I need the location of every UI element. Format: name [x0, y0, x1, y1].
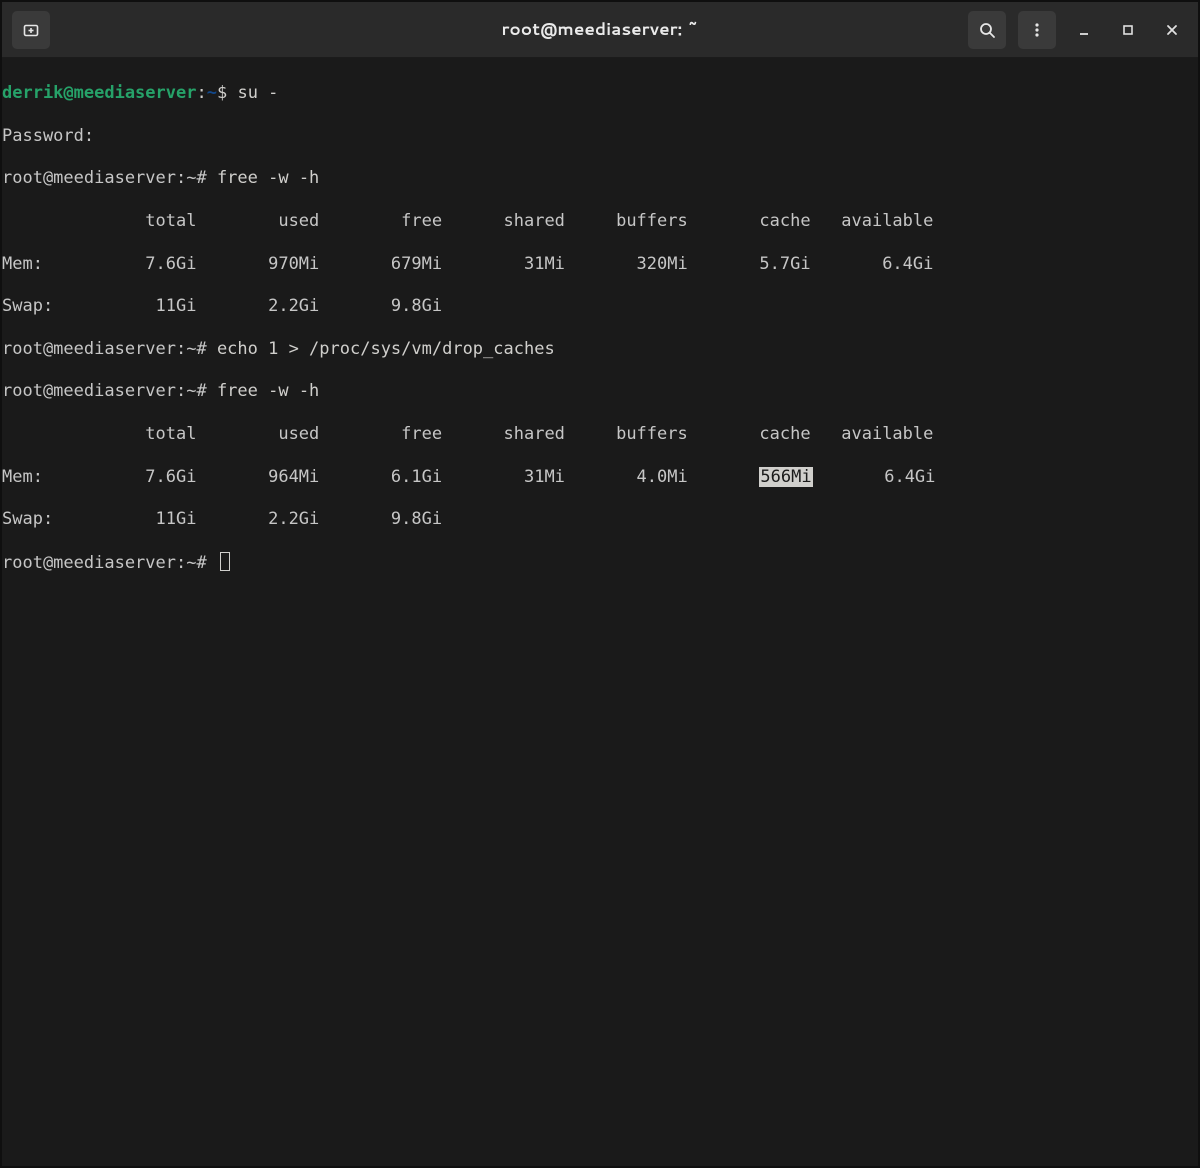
prompt-path: ~ [207, 83, 217, 103]
output-text: Mem: 7.6Gi 964Mi 6.1Gi 31Mi 4.0Mi [2, 467, 759, 487]
prompt-suffix: $ [217, 83, 237, 103]
terminal-line: root@meediaserver:~# free -w -h [2, 168, 1198, 189]
search-icon [978, 21, 996, 39]
minimize-button[interactable] [1064, 10, 1104, 50]
prompt-root: root@meediaserver:~# [2, 339, 217, 359]
prompt-user: derrik@meediaserver [2, 83, 196, 103]
free-mem-row: Mem: 7.6Gi 964Mi 6.1Gi 31Mi 4.0Mi 566Mi … [2, 467, 1198, 488]
minimize-icon [1077, 23, 1091, 37]
cursor-block [220, 552, 230, 571]
output-text: Swap: 11Gi 2.2Gi 9.8Gi [2, 509, 442, 529]
prompt-root: root@meediaserver:~# [2, 168, 217, 188]
new-tab-icon [22, 21, 40, 39]
free-header-row: total used free shared buffers cache ava… [2, 211, 1198, 232]
output-text: Password: [2, 126, 94, 146]
free-swap-row: Swap: 11Gi 2.2Gi 9.8Gi [2, 296, 1198, 317]
command-text: echo 1 > /proc/sys/vm/drop_caches [217, 339, 555, 359]
titlebar-left [8, 11, 54, 49]
terminal-line: Password: [2, 126, 1198, 147]
titlebar: root@meediaserver: ~ [2, 2, 1198, 58]
free-mem-row: Mem: 7.6Gi 970Mi 679Mi 31Mi 320Mi 5.7Gi … [2, 254, 1198, 275]
selected-text[interactable]: 566Mi [759, 467, 812, 487]
close-icon [1165, 23, 1179, 37]
output-text: 6.4Gi [813, 467, 936, 487]
new-tab-button[interactable] [12, 11, 50, 49]
output-text: Mem: 7.6Gi 970Mi 679Mi 31Mi 320Mi 5.7Gi … [2, 254, 933, 274]
output-text: total used free shared buffers cache ava… [2, 424, 933, 444]
free-swap-row: Swap: 11Gi 2.2Gi 9.8Gi [2, 509, 1198, 530]
titlebar-right [964, 10, 1192, 50]
output-text: total used free shared buffers cache ava… [2, 211, 933, 231]
terminal-line: root@meediaserver:~# free -w -h [2, 381, 1198, 402]
menu-button[interactable] [1018, 11, 1056, 49]
terminal-line: root@meediaserver:~# [2, 552, 1198, 574]
terminal-line: root@meediaserver:~# echo 1 > /proc/sys/… [2, 339, 1198, 360]
output-text: Swap: 11Gi 2.2Gi 9.8Gi [2, 296, 442, 316]
terminal-line: derrik@meediaserver:~$ su - [2, 83, 1198, 104]
maximize-button[interactable] [1108, 10, 1148, 50]
maximize-icon [1121, 23, 1135, 37]
close-button[interactable] [1152, 10, 1192, 50]
command-text: free -w -h [217, 168, 319, 188]
kebab-menu-icon [1028, 21, 1046, 39]
free-header-row: total used free shared buffers cache ava… [2, 424, 1198, 445]
terminal-viewport[interactable]: derrik@meediaserver:~$ su - Password: ro… [2, 58, 1198, 1166]
command-text: free -w -h [217, 381, 319, 401]
command-text: su - [237, 83, 278, 103]
prompt-sep: : [196, 83, 206, 103]
prompt-root: root@meediaserver:~# [2, 553, 217, 573]
prompt-root: root@meediaserver:~# [2, 381, 217, 401]
search-button[interactable] [968, 11, 1006, 49]
